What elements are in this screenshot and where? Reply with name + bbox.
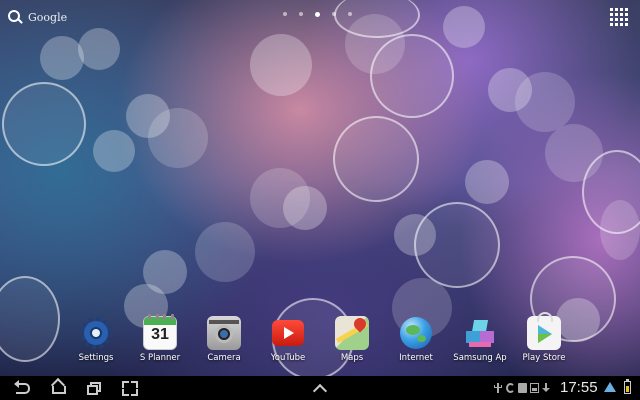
app-label: Play Store [522,353,566,363]
app-label: Settings [78,353,114,363]
battery-icon [624,379,631,394]
google-label: Google [28,10,68,24]
wifi-icon [604,382,616,392]
recent-apps-icon[interactable] [86,380,102,396]
app-drawer-grid-icon[interactable] [610,8,628,26]
notification-icons[interactable] [494,382,551,394]
google-search-widget[interactable]: Google [8,8,67,26]
internet-icon [399,316,433,350]
app-youtube[interactable]: YouTube [256,316,320,363]
page-dot [299,12,303,16]
download-icon [542,383,551,393]
samsung-apps-icon [463,316,497,350]
home-icon[interactable] [50,380,68,396]
search-icon [8,10,22,24]
page-dot [332,12,336,16]
app-internet[interactable]: Internet [384,316,448,363]
app-dock: Settings 31 S Planner Camera YouTube Map… [64,312,586,368]
app-label: Maps [340,353,364,363]
app-camera[interactable]: Camera [192,316,256,363]
recycle-icon [506,383,515,393]
page-dot-active [315,11,320,17]
app-maps[interactable]: Maps [320,315,384,363]
app-s-planner[interactable]: 31 S Planner [128,314,192,363]
screenshot-icon[interactable] [122,380,138,396]
back-icon[interactable] [14,380,30,396]
page-dot [283,12,287,16]
app-samsung-apps[interactable]: Samsung Ap [448,316,512,363]
app-play-store[interactable]: Play Store [512,312,576,363]
page-indicator [283,11,352,17]
app-label: YouTube [270,353,306,363]
app-up-icon[interactable] [312,380,328,396]
maps-icon [335,315,369,350]
app-label: S Planner [139,353,181,363]
image-icon [530,383,539,393]
settings-icon [79,316,113,350]
page-dot [348,12,352,16]
app-label: Internet [399,353,433,363]
calendar-day: 31 [151,326,169,343]
clock[interactable]: 17:55 [560,379,598,396]
youtube-icon [271,316,305,350]
app-label: Samsung Ap [453,353,507,363]
app-settings[interactable]: Settings [64,316,128,363]
play-store-icon [527,312,561,350]
system-bar: 17:55 [0,376,640,400]
app-label: Camera [207,353,241,363]
s-planner-icon: 31 [143,314,177,350]
shopping-bag-icon [518,383,527,393]
camera-icon [207,316,241,350]
usb-icon [494,383,503,393]
